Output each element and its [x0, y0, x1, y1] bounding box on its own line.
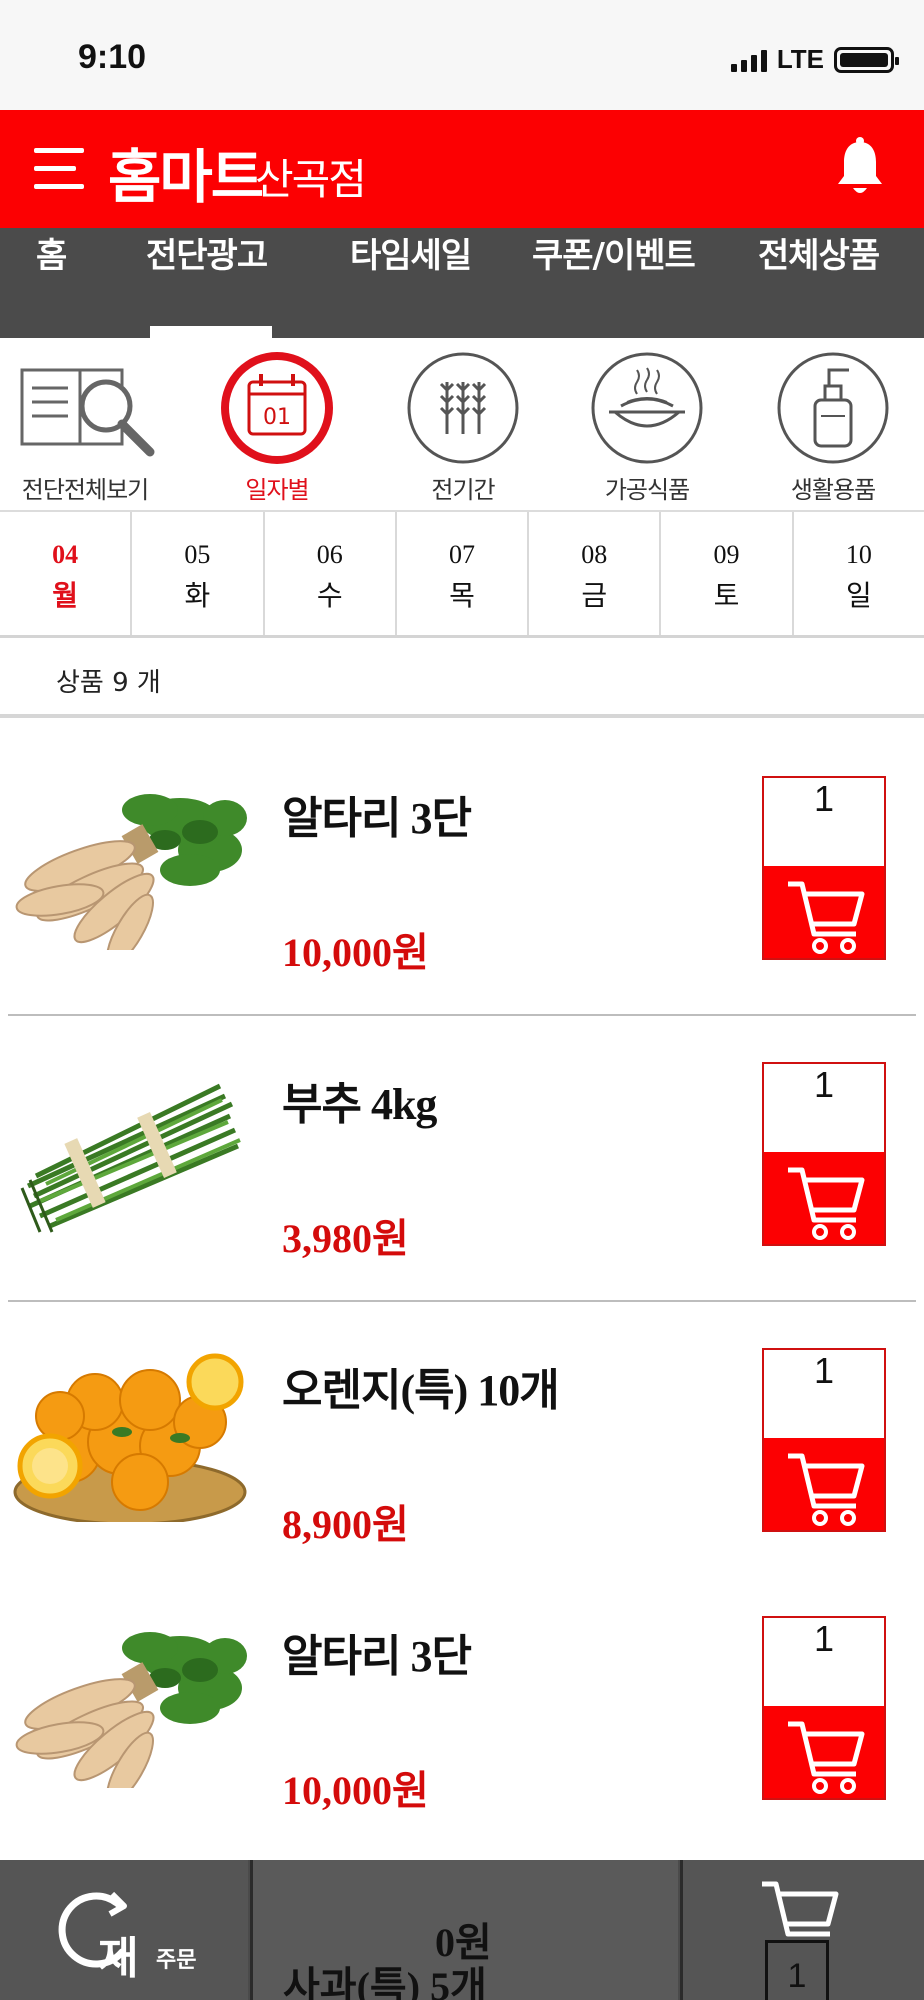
branch-name: 산곡점: [255, 155, 367, 204]
date-number: 06: [316, 540, 343, 569]
nav-tab-all-products[interactable]: 전체상품: [758, 228, 880, 338]
nav-tab-timesale[interactable]: 타임세일: [350, 228, 472, 338]
quantity-field[interactable]: 1: [764, 778, 884, 866]
category-label: 전단전체보기: [21, 476, 149, 504]
order-item: 사과(특) 5개: [283, 1964, 487, 2000]
quantity-field[interactable]: 1: [764, 1618, 884, 1706]
category-label: 생활용품: [790, 476, 876, 504]
date-number: 08: [581, 540, 608, 569]
magnifier-book-icon: [20, 368, 155, 457]
cart-icon: [786, 878, 866, 958]
category-all-period[interactable]: 전기간: [378, 348, 548, 505]
product-row[interactable]: 알타리 3단 10,000원 1: [0, 730, 924, 1016]
order-summary: 0원 사과(특) 5개: [250, 1860, 678, 2000]
product-name: 알타리 3단: [282, 1632, 472, 1681]
category-bar: 전단전체보기 01 일자별 전기간 가공식품 생활용품: [0, 338, 924, 512]
category-all-flyer[interactable]: 전단전체보기: [0, 348, 170, 505]
cart-icon: [786, 1450, 866, 1530]
date-cell[interactable]: 07 목: [397, 512, 530, 635]
date-cell[interactable]: 06 수: [265, 512, 397, 635]
product-row[interactable]: 오렌지(특) 10개 8,900원 1: [0, 1302, 924, 1588]
svg-text:01: 01: [263, 405, 291, 430]
add-to-cart-button[interactable]: [764, 866, 884, 958]
nav-tab-flyer[interactable]: 전단광고: [146, 228, 268, 338]
category-by-date[interactable]: 01 일자별: [192, 348, 362, 505]
calendar-icon: 01: [221, 352, 333, 464]
noodle-bowl-icon: [591, 352, 703, 464]
date-weekday: 수: [316, 579, 343, 612]
date-selector: 04 월 05 화 06 수 07 목 08 금 09 토 10 일: [0, 512, 924, 638]
add-to-cart-box: 1: [762, 1062, 886, 1246]
product-name: 부추 4kg: [282, 1080, 437, 1129]
quantity-field[interactable]: 1: [764, 1350, 884, 1438]
product-name: 오렌지(특) 10개: [282, 1366, 560, 1415]
product-price: 10,000원: [282, 1768, 429, 1813]
top-nav: 홈 전단광고 타임세일 쿠폰/이벤트 전체상품: [0, 228, 924, 338]
date-number: 04: [52, 540, 79, 569]
date-cell[interactable]: 08 금: [529, 512, 662, 635]
date-cell[interactable]: 05 화: [132, 512, 265, 635]
date-weekday: 월: [52, 579, 79, 612]
category-label: 전기간: [431, 476, 495, 504]
date-cell[interactable]: 09 토: [661, 512, 794, 635]
active-tab-indicator: [150, 326, 272, 338]
date-weekday: 토: [713, 579, 740, 612]
date-weekday: 일: [845, 579, 872, 612]
date-number: 07: [448, 540, 475, 569]
product-price: 10,000원: [282, 930, 429, 975]
product-count-row: 상품 9 개: [0, 638, 924, 718]
date-weekday: 화: [184, 579, 211, 612]
product-row[interactable]: 알타리 3단 10,000원 1: [0, 1568, 924, 1854]
add-to-cart-button[interactable]: [764, 1706, 884, 1798]
category-processed-food[interactable]: 가공식품: [562, 348, 732, 505]
product-image-radish: [13, 793, 249, 950]
cart-icon: [786, 1718, 866, 1798]
nav-tab-home[interactable]: 홈: [36, 228, 67, 338]
hamburger-menu-icon[interactable]: [34, 144, 84, 194]
cart-count: 1: [765, 1940, 829, 2000]
network-label: LTE: [776, 44, 824, 74]
signal-icon: [730, 48, 767, 72]
bell-icon[interactable]: [832, 136, 888, 200]
nav-tab-coupon-event[interactable]: 쿠폰/이벤트: [532, 228, 696, 338]
pump-bottle-icon: [777, 352, 889, 464]
reorder-sublabel: 주문: [156, 1948, 197, 1973]
app-title: 홈마트: [108, 143, 264, 211]
category-label: 가공식품: [604, 476, 690, 504]
wheat-icon: [407, 352, 519, 464]
date-number: 09: [713, 540, 740, 569]
app-header: 홈마트 산곡점: [0, 110, 924, 228]
add-to-cart-box: 1: [762, 776, 886, 960]
product-name: 알타리 3단: [282, 794, 472, 843]
date-weekday: 금: [581, 579, 608, 612]
category-household[interactable]: 생활용품: [748, 348, 918, 505]
date-cell[interactable]: 10 일: [794, 512, 924, 635]
product-count: 상품 9 개: [56, 668, 161, 698]
date-weekday: 목: [449, 579, 475, 612]
add-to-cart-box: 1: [762, 1348, 886, 1532]
status-bar: 9:10 LTE: [0, 0, 924, 110]
add-to-cart-box: 1: [762, 1616, 886, 1800]
date-cell[interactable]: 04 월: [0, 512, 133, 635]
quantity-field[interactable]: 1: [764, 1064, 884, 1152]
bottom-bar: 재 주문 0원 사과(특) 5개 1: [0, 1860, 924, 2000]
product-price: 3,980원: [282, 1216, 409, 1261]
product-image-chives: [10, 1056, 250, 1236]
cart-button[interactable]: 1: [680, 1860, 924, 2000]
status-indicators: LTE: [730, 44, 899, 75]
product-price: 8,900원: [282, 1502, 409, 1547]
product-image-radish: [13, 1631, 249, 1788]
status-time: 9:10: [78, 38, 147, 76]
battery-icon: [834, 46, 899, 73]
cart-icon: [786, 1164, 866, 1244]
add-to-cart-button[interactable]: [764, 1438, 884, 1530]
date-number: 10: [845, 540, 872, 569]
reorder-button[interactable]: 재 주문: [0, 1860, 248, 2000]
category-label: 일자별: [245, 476, 309, 504]
add-to-cart-button[interactable]: [764, 1152, 884, 1244]
reorder-label: 재: [98, 1933, 139, 1984]
date-number: 05: [184, 540, 211, 569]
product-image-orange: [10, 1342, 250, 1522]
product-row[interactable]: 부추 4kg 3,980원 1: [0, 1016, 924, 1302]
